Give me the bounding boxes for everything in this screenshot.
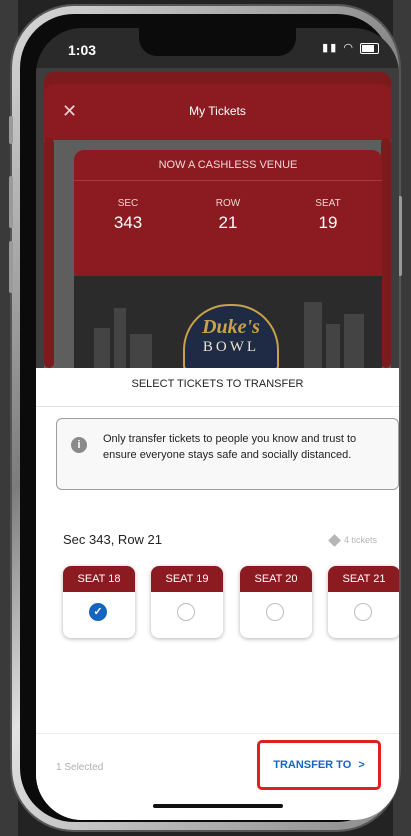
field-value: 343	[113, 213, 143, 232]
radio-unchecked-icon[interactable]	[177, 603, 195, 621]
field-label: SEC	[117, 198, 139, 209]
ticket-count-text: 4 tickets	[343, 535, 377, 545]
tag-icon	[328, 534, 341, 547]
selected-count: 1 Selected	[56, 762, 104, 773]
seat-option-18[interactable]: SEAT 18 ✓	[63, 566, 135, 638]
transfer-to-button[interactable]: TRANSFER TO >	[257, 740, 381, 790]
transfer-label: TRANSFER TO	[273, 759, 352, 771]
mute-switch	[9, 116, 13, 144]
header: ✕ My Tickets	[44, 84, 391, 140]
dukes-bowl-logo: Duke's BOWL	[183, 304, 279, 368]
ticket-card[interactable]: NOW A CASHLESS VENUE SEC 343 ROW 21 SEAT…	[74, 150, 382, 368]
ticket-field-row: ROW 21	[188, 198, 268, 233]
page-title: My Tickets	[189, 104, 246, 118]
volume-up-button	[9, 176, 13, 228]
seat-label: SEAT 20	[240, 566, 312, 592]
panel-title: SELECT TICKETS TO TRANSFER	[131, 378, 304, 390]
seat-option-21[interactable]: SEAT 21	[328, 566, 399, 638]
ticket-field-sec: SEC 343	[88, 198, 168, 233]
safety-notice: i Only transfer tickets to people you kn…	[56, 418, 399, 490]
status-icons: ▮▮ ◠	[322, 41, 379, 54]
logo-text-top: Duke's	[202, 316, 260, 338]
ticket-count: 4 tickets	[328, 534, 377, 547]
home-indicator[interactable]	[153, 804, 283, 808]
radio-unchecked-icon[interactable]	[266, 603, 284, 621]
seat-label: SEAT 19	[151, 566, 223, 592]
seat-option-20[interactable]: SEAT 20	[240, 566, 312, 638]
building	[130, 334, 152, 368]
field-label: SEAT	[315, 198, 341, 209]
signal-icon: ▮▮	[322, 42, 339, 54]
volume-down-button	[9, 241, 13, 293]
building	[326, 324, 340, 368]
chevron-right-icon: >	[358, 759, 365, 771]
radio-unchecked-icon[interactable]	[354, 603, 372, 621]
ticket-peek-left[interactable]	[44, 138, 54, 368]
field-label: ROW	[215, 198, 241, 209]
field-value: 21	[218, 213, 238, 232]
notch	[139, 28, 296, 56]
ticket-peek-right[interactable]	[381, 138, 391, 368]
building	[304, 302, 322, 368]
venue-note: NOW A CASHLESS VENUE	[74, 150, 382, 181]
phone-frame: 1:03 ▮▮ ◠ ✕ My Tickets NOW A CASHLESS VE…	[9, 6, 402, 830]
footer-bar: 1 Selected TRANSFER TO >	[36, 733, 399, 820]
seat-label: SEAT 18	[63, 566, 135, 592]
status-time: 1:03	[68, 42, 97, 58]
building	[94, 328, 110, 368]
notice-text: Only transfer tickets to people you know…	[103, 433, 357, 461]
status-bar: 1:03 ▮▮ ◠	[36, 28, 399, 68]
divider	[36, 406, 399, 407]
logo-text-bottom: BOWL	[202, 339, 260, 355]
section-row-label: Sec 343, Row 21	[63, 532, 163, 547]
screen: 1:03 ▮▮ ◠ ✕ My Tickets NOW A CASHLESS VE…	[36, 28, 399, 820]
seat-option-19[interactable]: SEAT 19	[151, 566, 223, 638]
city-skyline-image: Duke's BOWL	[74, 276, 382, 368]
info-icon: i	[71, 437, 87, 453]
transfer-panel: SELECT TICKETS TO TRANSFER i Only transf…	[36, 368, 399, 820]
wifi-icon: ◠	[343, 42, 355, 54]
field-value: 19	[318, 213, 338, 232]
building	[114, 308, 126, 368]
seat-label: SEAT 21	[328, 566, 399, 592]
battery-icon	[360, 42, 379, 54]
ticket-field-seat: SEAT 19	[288, 198, 368, 233]
checkmark-icon[interactable]: ✓	[89, 603, 107, 621]
building	[344, 314, 364, 368]
